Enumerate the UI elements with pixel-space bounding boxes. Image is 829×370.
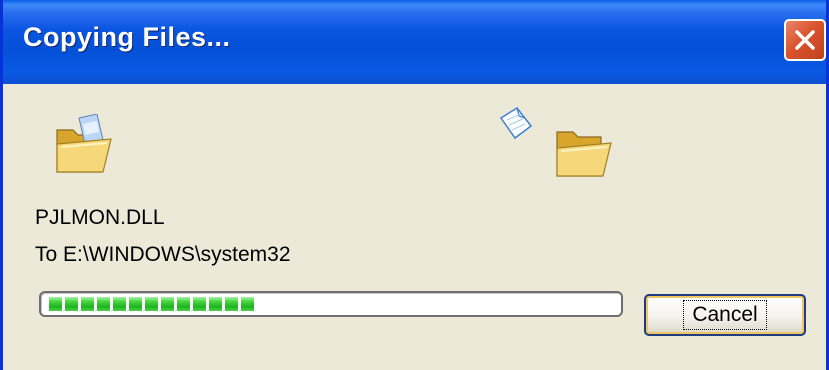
progress-bar	[39, 291, 623, 317]
progress-block	[113, 297, 126, 311]
progress-block	[145, 297, 158, 311]
file-name: PJLMON.DLL	[35, 206, 165, 229]
window-title: Copying Files...	[23, 22, 231, 52]
progress-block	[65, 297, 78, 311]
copying-files-dialog: Copying Files... PJLMON.DLL To E:\WINDOW…	[0, 0, 829, 370]
progress-block	[49, 297, 62, 311]
progress-block	[225, 297, 238, 311]
progress-fill	[49, 297, 254, 311]
cancel-button[interactable]: Cancel	[644, 294, 806, 336]
progress-block	[161, 297, 174, 311]
close-icon	[795, 30, 815, 50]
cancel-button-label: Cancel	[683, 300, 767, 330]
open-folder-icon	[56, 114, 112, 173]
flying-document-icon	[499, 107, 533, 140]
progress-block	[241, 297, 254, 311]
progress-block	[129, 297, 142, 311]
folder-icon	[556, 131, 612, 177]
progress-block	[97, 297, 110, 311]
close-button[interactable]	[784, 19, 826, 61]
progress-block	[177, 297, 190, 311]
title-bar[interactable]: Copying Files...	[3, 0, 826, 84]
progress-block	[81, 297, 94, 311]
dialog-body: PJLMON.DLL To E:\WINDOWS\system32 Cancel	[3, 84, 826, 370]
destination-path: To E:\WINDOWS\system32	[35, 243, 291, 266]
progress-block	[209, 297, 222, 311]
progress-block	[193, 297, 206, 311]
